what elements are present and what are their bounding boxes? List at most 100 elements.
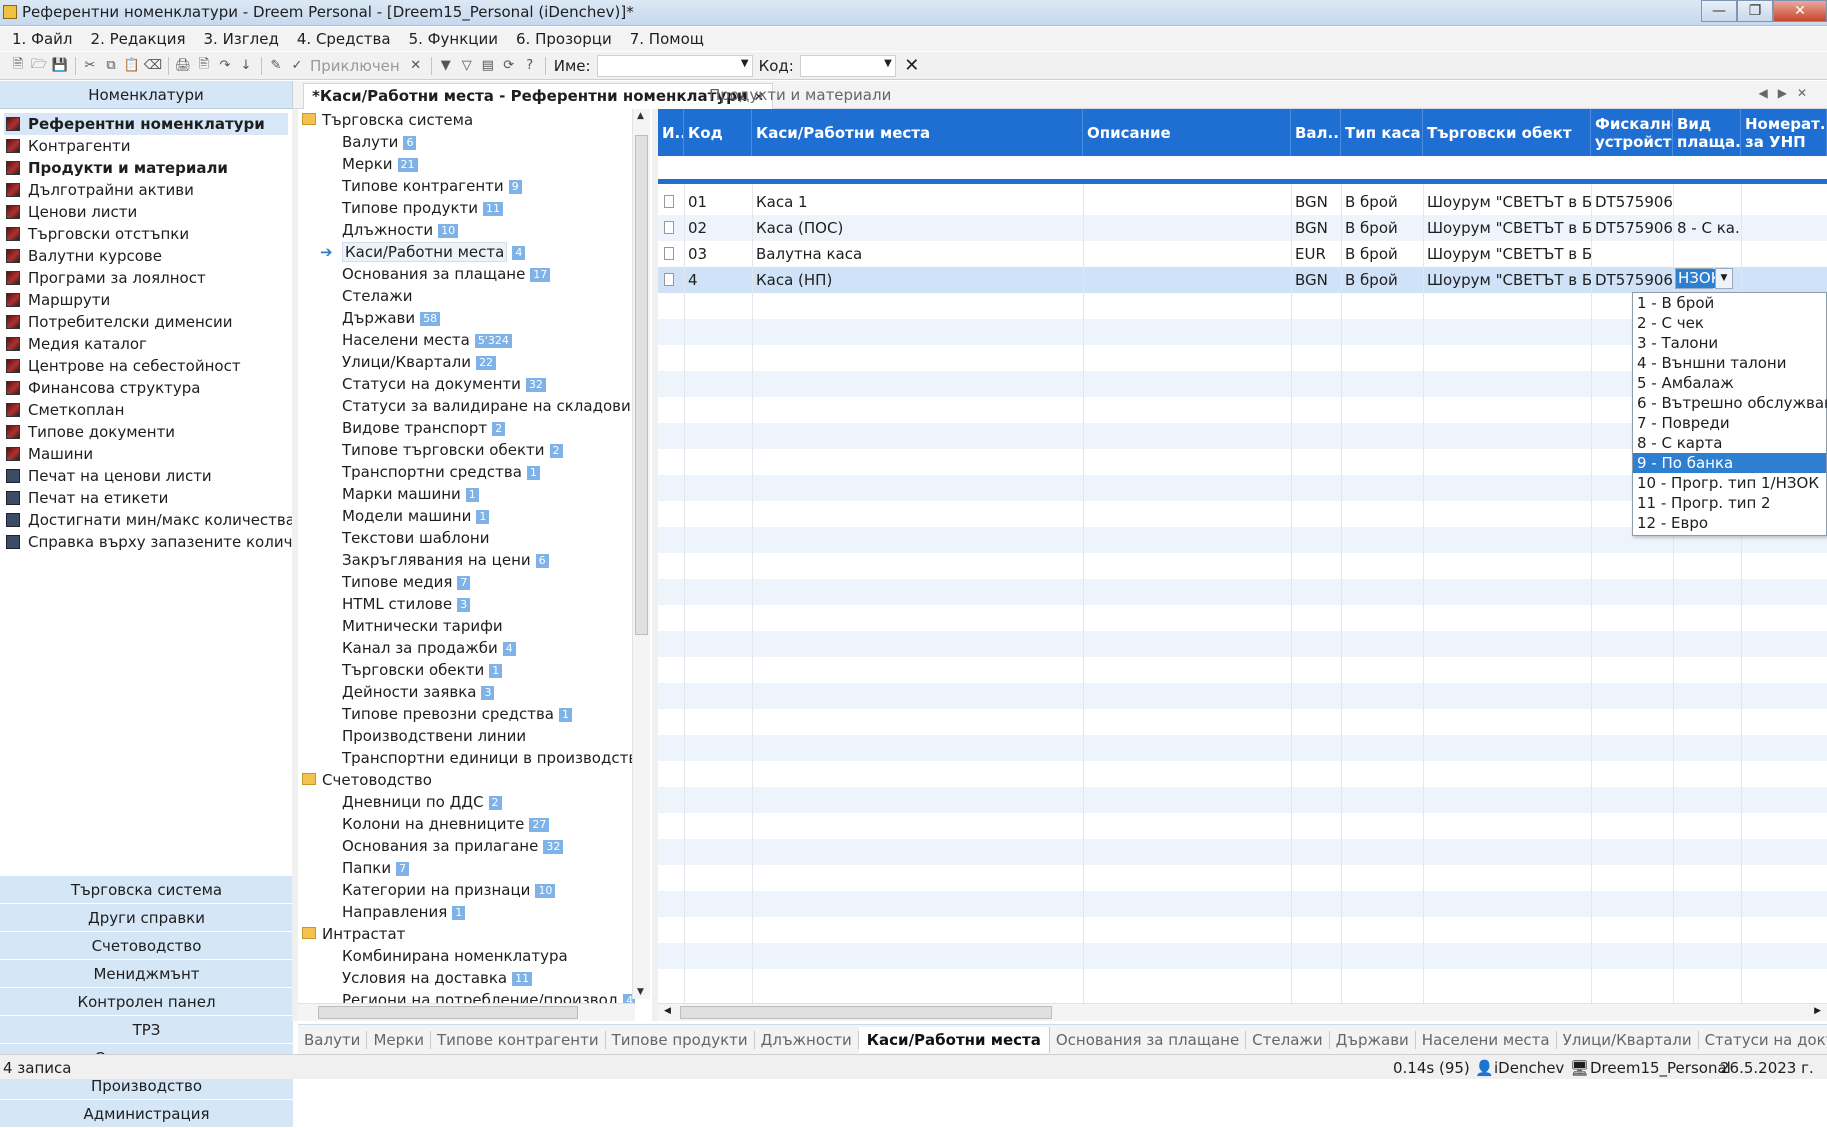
- bottom-tab[interactable]: Улици/Квартали: [1557, 1030, 1699, 1049]
- tree-item[interactable]: HTML стилове 3: [298, 593, 635, 615]
- cell-type[interactable]: В брой: [1341, 215, 1423, 241]
- open-icon[interactable]: 🗁: [29, 56, 49, 76]
- dropdown-option[interactable]: 5 - Амбалаж: [1633, 373, 1826, 393]
- cell-cur[interactable]: EUR: [1291, 241, 1341, 267]
- cut-icon[interactable]: ✂: [80, 56, 100, 76]
- tree-item[interactable]: Улици/Квартали 22: [298, 351, 635, 373]
- col-header-description[interactable]: Описание: [1083, 109, 1291, 156]
- menu-tools[interactable]: 4. Средства: [285, 27, 397, 48]
- cell-pay[interactable]: [1673, 241, 1741, 267]
- payment-type-dropdown[interactable]: 1 - В брой 2 - С чек 3 - Талони 4 - Външни …: [1632, 292, 1827, 536]
- tree-item[interactable]: Комбинирана номенклатура: [298, 945, 635, 967]
- arrow-down-icon[interactable]: ↓: [236, 56, 256, 76]
- bottom-tab[interactable]: Стелажи: [1246, 1030, 1330, 1049]
- col-header-trade-object[interactable]: Търговски обект: [1423, 109, 1591, 156]
- bottom-tab[interactable]: Държави: [1330, 1030, 1416, 1049]
- tree-item[interactable]: Дневници по ДДС 2: [298, 791, 635, 813]
- tree-item[interactable]: Търговски обекти 1: [298, 659, 635, 681]
- cell-cur[interactable]: BGN: [1291, 215, 1341, 241]
- help-icon[interactable]: ?: [520, 56, 540, 76]
- cell-obj[interactable]: Шоурум "СВЕТЪТ в Б...: [1423, 267, 1591, 293]
- cell-desc[interactable]: [1083, 215, 1291, 241]
- cell-fiscal[interactable]: [1591, 241, 1673, 267]
- nav-item-loyalty[interactable]: Програми за лоялност: [0, 267, 292, 289]
- group-accounting[interactable]: Счетоводство: [0, 932, 293, 960]
- tree-item[interactable]: Статуси за валидиране на складови докум: [298, 395, 635, 417]
- cell-fiscal[interactable]: DT575906: [1591, 215, 1673, 241]
- cell-fiscal[interactable]: DT575906: [1591, 189, 1673, 215]
- tree-item[interactable]: Канал за продажби 4: [298, 637, 635, 659]
- col-header-unp-numbering[interactable]: Номерат... за УНП: [1741, 109, 1827, 156]
- tree-item[interactable]: Длъжности 10: [298, 219, 635, 241]
- col-header-icon[interactable]: И..: [658, 109, 684, 156]
- menu-file[interactable]: 1. Файл: [0, 27, 79, 48]
- bottom-tab[interactable]: Основания за плащане: [1050, 1030, 1247, 1049]
- nav-item-routes[interactable]: Маршрути: [0, 289, 292, 311]
- dropdown-option[interactable]: 7 - Повреди: [1633, 413, 1826, 433]
- scroll-up-icon[interactable]: ▲: [637, 111, 644, 121]
- scroll-right-icon[interactable]: ▶: [1814, 1006, 1821, 1016]
- nav-item-reference[interactable]: Референтни номенклатури: [4, 113, 288, 135]
- cell-type[interactable]: В брой: [1341, 267, 1423, 293]
- grid-horizontal-scrollbar[interactable]: ◀ ▶: [658, 1003, 1827, 1021]
- menu-edit[interactable]: 2. Редакция: [79, 27, 192, 48]
- cell-cur[interactable]: BGN: [1291, 189, 1341, 215]
- cell-type[interactable]: В брой: [1341, 241, 1423, 267]
- cell-type[interactable]: В брой: [1341, 189, 1423, 215]
- nav-item-machines[interactable]: Машини: [0, 443, 292, 465]
- left-splitter[interactable]: [292, 109, 298, 1021]
- tree-item[interactable]: Транспортни единици в производството: [298, 747, 635, 769]
- cell-obj[interactable]: Шоурум "СВЕТЪТ в Б...: [1423, 189, 1591, 215]
- tree-item[interactable]: Основания за плащане 17: [298, 263, 635, 285]
- new-icon[interactable]: 🗎: [8, 56, 28, 76]
- export-icon[interactable]: ↷: [215, 56, 235, 76]
- cell-name[interactable]: Каса 1: [752, 189, 1083, 215]
- cell-name[interactable]: Валутна каса: [752, 241, 1083, 267]
- check-icon[interactable]: ✓: [287, 56, 307, 76]
- tree-item[interactable]: Типове медия 7: [298, 571, 635, 593]
- refresh-icon[interactable]: ⟳: [499, 56, 519, 76]
- scroll-left-icon[interactable]: ◀: [664, 1006, 671, 1016]
- tree-item[interactable]: Модели машини 1: [298, 505, 635, 527]
- col-header-register-type[interactable]: Тип каса: [1341, 109, 1423, 156]
- nav-item-contractors[interactable]: Контрагенти: [0, 135, 292, 157]
- dropdown-option[interactable]: 6 - Вътрешно обслужване: [1633, 393, 1827, 413]
- filter-icon[interactable]: ▼: [436, 56, 456, 76]
- tree-item[interactable]: Направления 1: [298, 901, 635, 923]
- tree-item[interactable]: Категории на признаци 10: [298, 879, 635, 901]
- tree-item[interactable]: Текстови шаблони: [298, 527, 635, 549]
- group-payroll[interactable]: ТРЗ: [0, 1016, 293, 1044]
- bottom-tab[interactable]: Каси/Работни места: [858, 1026, 1050, 1053]
- tree-horizontal-scrollbar[interactable]: [298, 1003, 635, 1021]
- maximize-button[interactable]: ❐: [1737, 0, 1773, 22]
- delete-icon[interactable]: ✕: [406, 56, 426, 76]
- tree-item[interactable]: Мерки 21: [298, 153, 635, 175]
- minimize-button[interactable]: —: [1701, 0, 1737, 22]
- save-icon[interactable]: 💾: [50, 56, 70, 76]
- col-header-name[interactable]: Каси/Работни места: [752, 109, 1083, 156]
- payment-type-editor[interactable]: НЗОК: [1675, 268, 1724, 289]
- chevron-down-icon[interactable]: ▼: [741, 58, 749, 69]
- tree-item[interactable]: Типове превозни средства 1: [298, 703, 635, 725]
- tree-item[interactable]: Валути 6: [298, 131, 635, 153]
- nav-item-min-max[interactable]: Достигнати мин/макс количества п...: [0, 509, 292, 531]
- nav-item-cost-centers[interactable]: Центрове на себестойност: [0, 355, 292, 377]
- tree-item[interactable]: Населени места 5'324: [298, 329, 635, 351]
- close-window-button[interactable]: ✕: [1773, 0, 1827, 22]
- tree-item[interactable]: Типове продукти 11: [298, 197, 635, 219]
- cell-obj[interactable]: Шоурум "СВЕТЪТ в Б...: [1423, 215, 1591, 241]
- dropdown-option[interactable]: 4 - Външни талони: [1633, 353, 1826, 373]
- code-filter-input[interactable]: ▼: [799, 54, 896, 77]
- nav-item-media[interactable]: Медия каталог: [0, 333, 292, 355]
- tree-item[interactable]: Видове транспорт 2: [298, 417, 635, 439]
- group-trade[interactable]: Търговска система: [0, 876, 293, 904]
- tree-item[interactable]: Производствени линии: [298, 725, 635, 747]
- menu-view[interactable]: 3. Изглед: [192, 27, 285, 48]
- dropdown-option[interactable]: 1 - В брой: [1633, 293, 1826, 313]
- tree-item[interactable]: Типове контрагенти 9: [298, 175, 635, 197]
- finished-button[interactable]: Приключен: [310, 57, 400, 75]
- cell-code[interactable]: 02: [684, 215, 752, 241]
- nav-item-exchange-rates[interactable]: Валутни курсове: [0, 245, 292, 267]
- tree-item[interactable]: Държави 58: [298, 307, 635, 329]
- nav-item-print-labels[interactable]: Печат на етикети: [0, 487, 292, 509]
